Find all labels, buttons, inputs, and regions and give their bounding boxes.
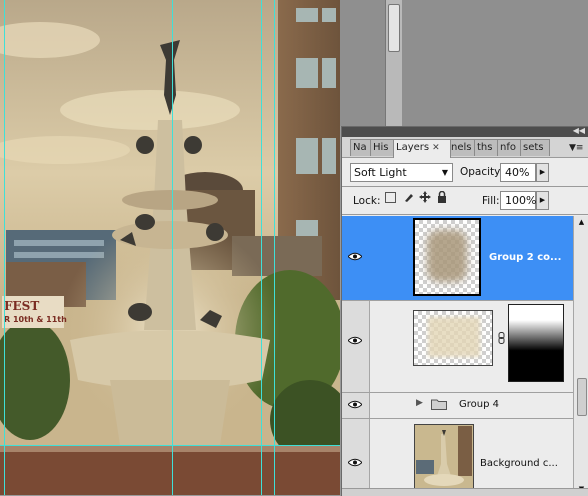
collapse-icon[interactable]: ◀◀ xyxy=(573,126,585,136)
scrollbar-thumb[interactable] xyxy=(388,4,400,52)
fill-slider-button[interactable]: ▶ xyxy=(536,191,549,210)
vertical-guide[interactable] xyxy=(261,0,262,495)
lock-all-icon[interactable] xyxy=(437,191,447,203)
eye-icon[interactable] xyxy=(348,400,362,409)
layer-name[interactable]: Group 2 co... xyxy=(489,252,561,263)
vertical-guide[interactable] xyxy=(274,0,275,495)
layer-row-background-copy[interactable]: Background c... xyxy=(342,418,574,496)
layer-thumbnail[interactable] xyxy=(413,310,493,366)
tab-layers[interactable]: Layers✕ xyxy=(393,139,451,158)
eye-icon[interactable] xyxy=(348,252,362,261)
layer-list-scrollbar[interactable]: ▲ ▼ xyxy=(573,216,588,496)
lock-move-icon[interactable] xyxy=(419,191,431,203)
layer-row-group-2-copy[interactable]: Group 2 co... xyxy=(342,216,574,301)
layer-thumbnail[interactable] xyxy=(413,218,481,296)
opacity-label: Opacity: xyxy=(460,166,503,178)
layer-row-masked[interactable] xyxy=(342,300,574,393)
scroll-up-icon[interactable]: ▲ xyxy=(574,216,588,229)
layer-row-group-4[interactable]: ▶ Group 4 xyxy=(342,392,574,419)
layer-name[interactable]: Group 4 xyxy=(459,399,499,410)
panel-menu-icon[interactable]: ▼≡ xyxy=(569,142,583,154)
fill-input[interactable]: 100% xyxy=(500,191,536,210)
document-canvas[interactable]: FEST R 10th & 11th xyxy=(0,0,340,495)
eye-icon[interactable] xyxy=(348,458,362,467)
layers-panel-body: Soft Light ▼ Opacity: 40% ▶ Lock: Fill: … xyxy=(342,157,588,496)
lock-brush-icon[interactable] xyxy=(403,192,414,203)
lock-label: Lock: xyxy=(353,195,380,207)
fill-label: Fill: xyxy=(482,195,500,207)
opacity-input[interactable]: 40% xyxy=(500,163,536,182)
scrollbar-thumb[interactable] xyxy=(577,378,587,416)
folder-icon xyxy=(431,398,447,410)
tab-presets[interactable]: sets xyxy=(520,139,550,156)
close-icon[interactable]: ✕ xyxy=(432,143,440,153)
chain-link-icon[interactable] xyxy=(498,332,505,344)
layer-list: Group 2 co... ▶ xyxy=(342,216,588,496)
opacity-slider-button[interactable]: ▶ xyxy=(536,163,549,182)
tab-channels[interactable]: nels xyxy=(448,139,477,156)
vertical-guide[interactable] xyxy=(4,0,5,495)
fountain-photo xyxy=(0,0,340,495)
expand-triangle-icon[interactable]: ▶ xyxy=(416,398,423,408)
blend-mode-select[interactable]: Soft Light ▼ xyxy=(350,163,453,182)
layers-panel: ◀◀ Na His Layers✕ nels ths nfo sets ▼≡ S… xyxy=(341,126,588,496)
horizontal-guide[interactable] xyxy=(0,445,340,446)
layer-thumbnail[interactable] xyxy=(414,424,474,496)
lock-transparent-icon[interactable] xyxy=(385,192,396,203)
panel-title-bar[interactable]: ◀◀ xyxy=(342,127,588,137)
layer-mask-thumbnail[interactable] xyxy=(508,304,564,382)
banner-title: FEST xyxy=(4,299,39,313)
chevron-down-icon: ▼ xyxy=(442,164,448,181)
banner-date: R 10th & 11th xyxy=(4,315,67,324)
workspace-background xyxy=(340,0,588,126)
eye-icon[interactable] xyxy=(348,336,362,345)
layer-name[interactable]: Background c... xyxy=(480,458,558,469)
vertical-guide[interactable] xyxy=(172,0,173,495)
